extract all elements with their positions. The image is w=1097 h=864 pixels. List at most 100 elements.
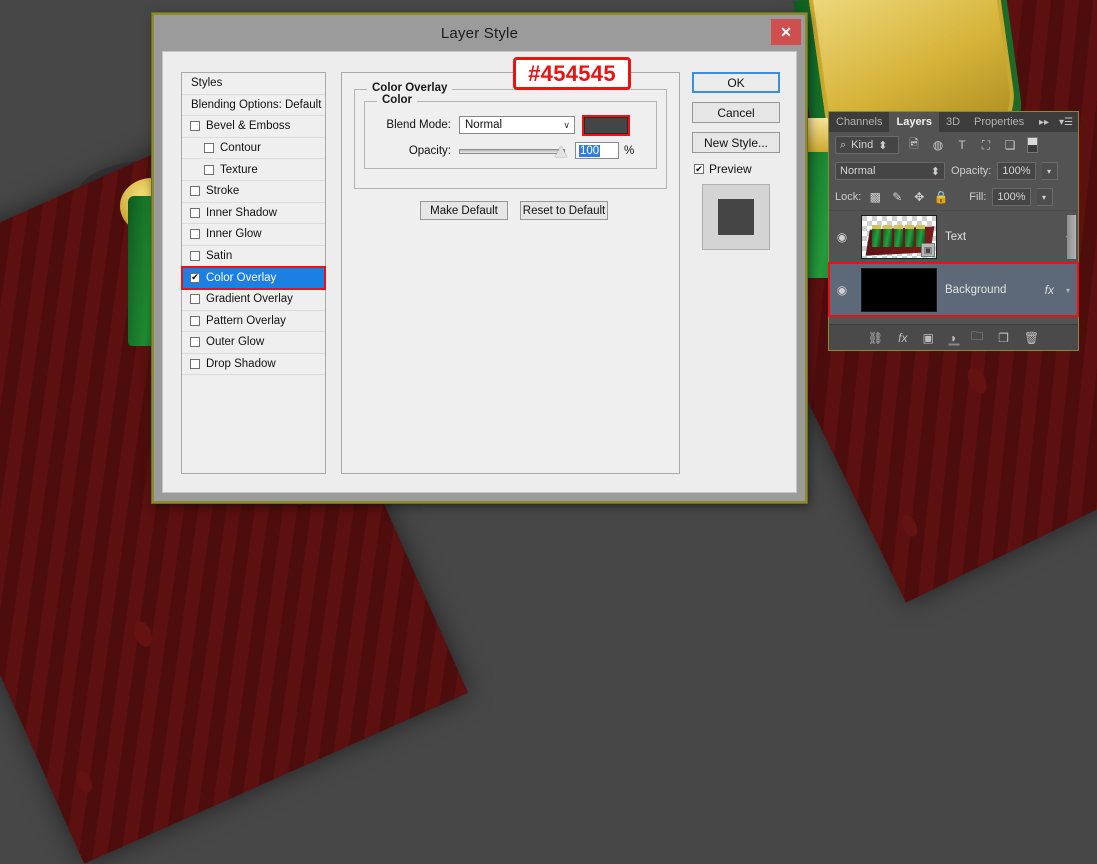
style-item-drop-shadow[interactable]: Drop Shadow	[182, 354, 325, 376]
style-item-bevel-emboss[interactable]: Bevel & Emboss	[182, 116, 325, 138]
checkbox-inner-glow[interactable]	[190, 229, 200, 240]
preview-checkbox-row[interactable]: ✔ Preview	[694, 162, 780, 176]
link-icon[interactable]: ⛓	[868, 331, 883, 345]
checkbox-gradient-overlay[interactable]	[190, 294, 200, 305]
resize-grip-icon[interactable]: ▪▪▪▪▪▪	[948, 340, 960, 349]
reset-to-default-button[interactable]: Reset to Default	[520, 201, 608, 220]
style-label: Gradient Overlay	[206, 293, 293, 306]
fill-dropdown-icon[interactable]: ▾	[1036, 188, 1053, 206]
overlay-color-swatch[interactable]	[582, 114, 630, 136]
thumbnail-black-fill	[862, 269, 936, 311]
style-label: Bevel & Emboss	[206, 120, 291, 133]
layer-fill-value[interactable]: 100%	[992, 188, 1031, 206]
layer-thumbnail-text[interactable]: ▣	[861, 215, 937, 259]
checkbox-inner-shadow[interactable]	[190, 207, 200, 218]
new-style-button[interactable]: New Style...	[692, 132, 780, 153]
layer-thumbnail-background[interactable]	[861, 268, 937, 312]
all-lock-icon[interactable]: 🔒	[933, 190, 949, 204]
fx-icon[interactable]: fx	[1045, 283, 1054, 297]
opacity-label: Opacity:	[408, 144, 451, 157]
blending-options-item[interactable]: Blending Options: Default	[182, 95, 325, 117]
shape-filter-icon[interactable]: ⛶	[977, 136, 995, 154]
image-filter-icon[interactable]: 🖻	[905, 136, 923, 154]
layer-opacity-value[interactable]: 100%	[997, 162, 1036, 180]
adjustment-filter-icon[interactable]: ◍	[929, 136, 947, 154]
delete-icon[interactable]: 🗑	[1024, 331, 1039, 345]
hex-color-annotation: #454545	[513, 57, 631, 90]
layer-row-text[interactable]: ◉ ▣ Text ▾	[829, 210, 1078, 263]
checkbox-contour[interactable]	[204, 143, 214, 154]
blend-opacity-row: Normal ⬍ Opacity: 100% ▾	[829, 158, 1078, 184]
style-item-gradient-overlay[interactable]: Gradient Overlay	[182, 289, 325, 311]
blend-mode-label: Blend Mode:	[386, 119, 451, 131]
style-item-pattern-overlay[interactable]: Pattern Overlay	[182, 311, 325, 333]
layer-expand-icon[interactable]: ▾	[1066, 286, 1078, 295]
group-color-overlay-title: Color Overlay	[367, 82, 453, 94]
eye-icon[interactable]: ◉	[831, 230, 853, 244]
ok-button[interactable]: OK	[692, 72, 780, 93]
paint-lock-icon[interactable]: ✎	[889, 190, 905, 204]
checkbox-texture[interactable]	[204, 164, 214, 175]
group-icon[interactable]: 🗀	[971, 327, 983, 348]
new-layer-icon[interactable]: ❐	[998, 331, 1009, 345]
opacity-input[interactable]: 100	[575, 142, 619, 159]
tab-3d[interactable]: 3D	[939, 112, 967, 132]
layer-blend-mode-select[interactable]: Normal ⬍	[835, 162, 945, 180]
style-item-stroke[interactable]: Stroke	[182, 181, 325, 203]
style-item-texture[interactable]: Texture	[182, 159, 325, 181]
dialog-titlebar[interactable]: Layer Style ✕	[154, 15, 805, 51]
opacity-dropdown-icon[interactable]: ▾	[1041, 162, 1058, 180]
style-label: Drop Shadow	[206, 358, 276, 371]
checkbox-satin[interactable]	[190, 251, 200, 262]
transparency-lock-icon[interactable]: ▩	[867, 190, 883, 204]
collapse-panel-icon[interactable]: ▸▸	[1034, 112, 1054, 132]
stepper-icon[interactable]: ⬍	[878, 139, 887, 152]
fx-icon[interactable]: fx	[898, 331, 907, 345]
checkbox-pattern-overlay[interactable]	[190, 315, 200, 326]
thumbnail-blocks	[872, 225, 925, 247]
make-default-button[interactable]: Make Default	[420, 201, 508, 220]
filter-kind-label: Kind	[851, 139, 874, 151]
eye-icon[interactable]: ◉	[831, 283, 853, 297]
blending-options-label: Blending Options: Default	[191, 98, 322, 111]
tab-channels[interactable]: Channels	[829, 112, 889, 132]
checkbox-outer-glow[interactable]	[190, 337, 200, 348]
tab-layers[interactable]: Layers	[889, 112, 939, 132]
styles-list-header[interactable]: Styles	[182, 73, 325, 95]
style-label: Outer Glow	[206, 336, 265, 349]
smartobject-filter-icon[interactable]: ❏	[1001, 136, 1019, 154]
checkbox-bevel-emboss[interactable]	[190, 121, 200, 132]
style-item-inner-shadow[interactable]: Inner Shadow	[182, 203, 325, 225]
styles-list[interactable]: Styles Blending Options: Default Bevel &…	[181, 72, 326, 474]
dialog-button-column: OK Cancel New Style... ✔ Preview	[692, 72, 780, 250]
checkbox-drop-shadow[interactable]	[190, 359, 200, 370]
style-item-contour[interactable]: Contour	[182, 138, 325, 160]
layer-row-background[interactable]: ◉ Background fx ▾	[828, 262, 1079, 317]
opacity-value: 100	[579, 144, 601, 157]
opacity-slider-thumb[interactable]	[555, 145, 567, 157]
blend-mode-select[interactable]: Normal ∨	[459, 116, 575, 134]
style-label: Pattern Overlay	[206, 314, 286, 327]
move-lock-icon[interactable]: ✥	[911, 190, 927, 204]
close-icon[interactable]: ✕	[771, 19, 801, 45]
style-item-color-overlay[interactable]: ✔ Color Overlay	[181, 266, 326, 290]
filter-kind-select[interactable]: ⌕ Kind ⬍	[835, 136, 899, 154]
type-filter-icon[interactable]: T	[953, 136, 971, 154]
fill-label: Fill:	[969, 191, 987, 203]
styles-header-label: Styles	[191, 77, 223, 90]
style-item-outer-glow[interactable]: Outer Glow	[182, 332, 325, 354]
checkbox-preview[interactable]: ✔	[694, 164, 704, 174]
filter-toggle-icon[interactable]	[1027, 137, 1038, 153]
layers-scrollbar[interactable]	[1067, 215, 1076, 259]
tab-properties[interactable]: Properties	[967, 112, 1031, 132]
mask-icon[interactable]: ▣	[922, 331, 933, 345]
style-item-satin[interactable]: Satin	[182, 246, 325, 268]
panel-menu-icon[interactable]: ▾☰	[1054, 112, 1078, 132]
cancel-button[interactable]: Cancel	[692, 102, 780, 123]
checkbox-color-overlay[interactable]: ✔	[190, 272, 200, 283]
style-preview-swatch	[718, 199, 754, 235]
search-icon: ⌕	[840, 138, 847, 151]
checkbox-stroke[interactable]	[190, 186, 200, 197]
opacity-slider[interactable]	[459, 144, 567, 158]
style-item-inner-glow[interactable]: Inner Glow	[182, 224, 325, 246]
